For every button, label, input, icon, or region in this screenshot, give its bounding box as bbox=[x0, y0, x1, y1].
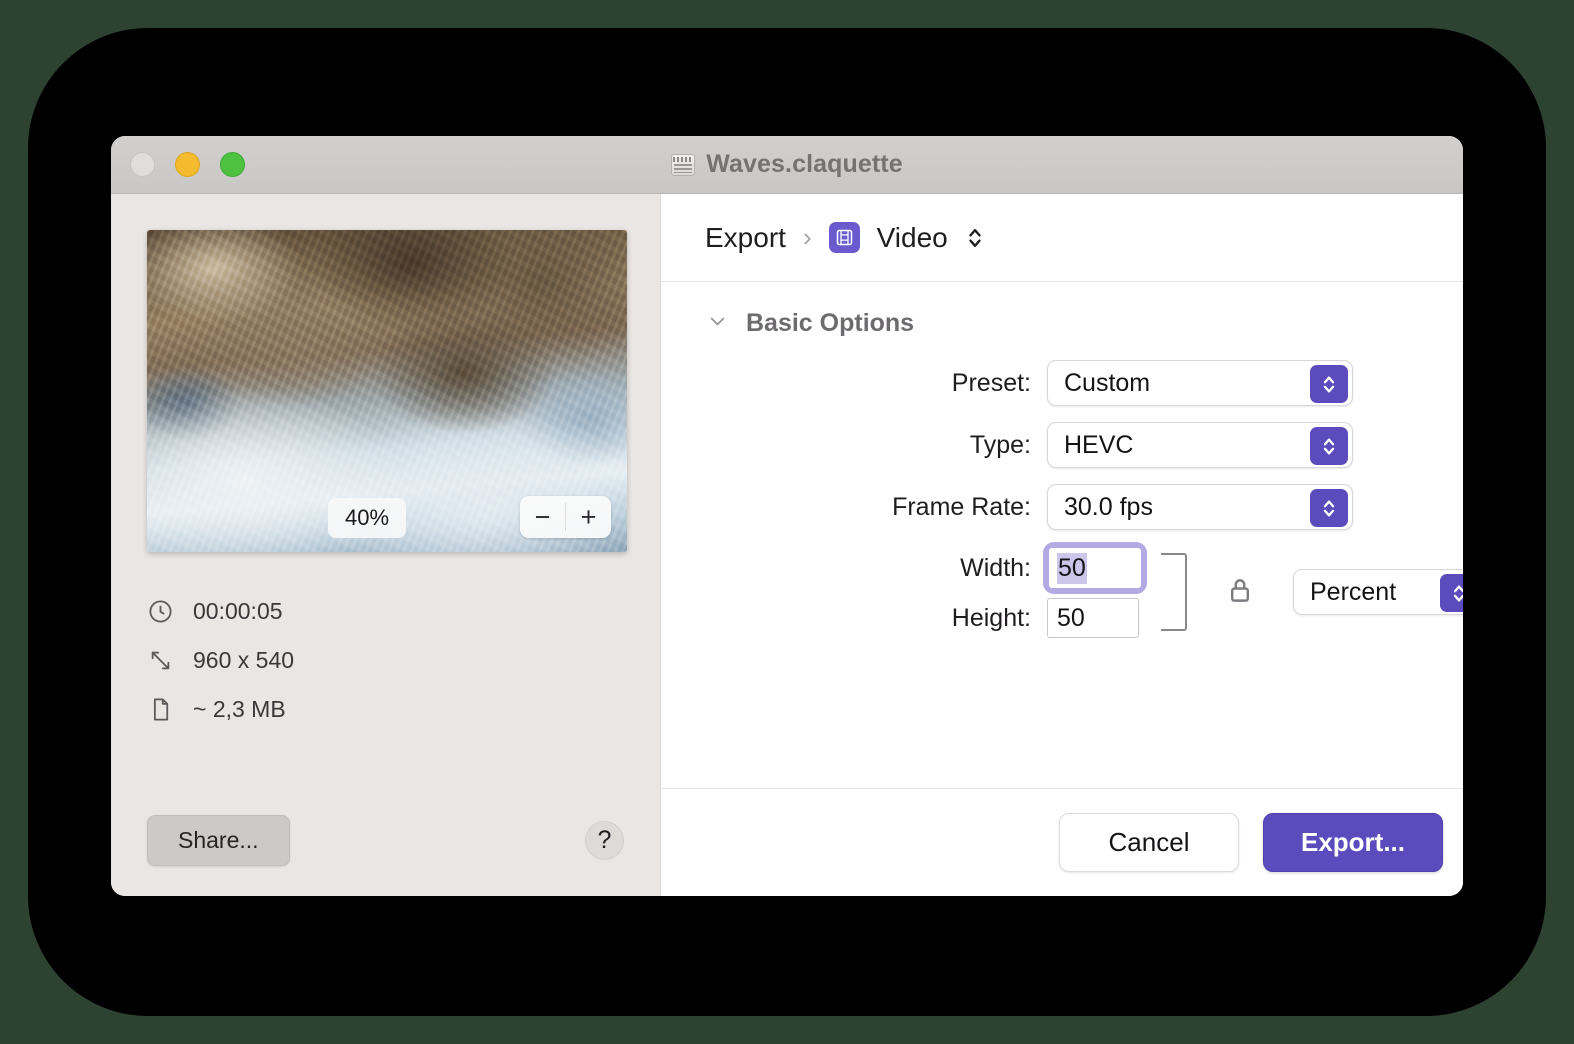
field-row-height: Height: bbox=[661, 598, 1143, 638]
width-input-wrapper: 50 bbox=[1047, 546, 1143, 590]
dimensions-group: Width: 50 Height: bbox=[661, 546, 1463, 638]
field-row-preset: Preset: Custom bbox=[661, 360, 1463, 406]
window-title: Waves.claquette bbox=[706, 150, 903, 178]
zoom-in-button[interactable]: + bbox=[566, 496, 611, 538]
unit-value: Percent bbox=[1310, 577, 1397, 606]
chevron-down-icon[interactable] bbox=[706, 310, 729, 338]
type-label: Type: bbox=[969, 430, 1031, 459]
filesize-value: ~ 2,3 MB bbox=[193, 696, 286, 722]
chevron-up-down-icon[interactable] bbox=[967, 225, 983, 251]
window-title-group: Waves.claquette bbox=[111, 150, 1463, 179]
clock-icon bbox=[147, 598, 174, 625]
width-label: Width: bbox=[960, 553, 1031, 582]
section-title: Basic Options bbox=[746, 309, 915, 337]
height-input-wrapper bbox=[1047, 598, 1139, 638]
resize-icon bbox=[147, 647, 174, 674]
frame-rate-value: 30.0 fps bbox=[1064, 492, 1153, 521]
help-button[interactable]: ? bbox=[585, 821, 624, 860]
height-label: Height: bbox=[951, 603, 1031, 632]
metadata-row-filesize: ~ 2,3 MB bbox=[147, 696, 624, 723]
resolution-value: 960 x 540 bbox=[193, 647, 295, 673]
unit-select[interactable]: Percent bbox=[1293, 569, 1463, 615]
zoom-out-button[interactable]: − bbox=[520, 496, 565, 538]
window-titlebar[interactable]: Waves.claquette bbox=[111, 136, 1463, 194]
metadata-list: 00:00:05 960 x 540 ~ 2,3 MB bbox=[147, 598, 624, 723]
film-strip-icon bbox=[828, 222, 860, 253]
chevron-up-down-icon[interactable] bbox=[1440, 574, 1463, 612]
document-icon bbox=[147, 696, 174, 723]
metadata-row-duration: 00:00:05 bbox=[147, 598, 624, 625]
basic-options-header[interactable]: Basic Options bbox=[661, 282, 1463, 338]
height-input[interactable] bbox=[1047, 598, 1139, 638]
chevron-up-down-icon[interactable] bbox=[1310, 365, 1348, 403]
maximize-button[interactable] bbox=[220, 152, 245, 177]
lock-closed-icon[interactable] bbox=[1223, 573, 1257, 612]
chevron-up-down-icon[interactable] bbox=[1310, 427, 1348, 465]
dimension-fields: Width: 50 Height: bbox=[661, 546, 1143, 638]
type-select[interactable]: HEVC bbox=[1047, 422, 1353, 468]
options-form: Preset: Custom Type: HEVC Frame Rate: 30… bbox=[661, 338, 1463, 638]
traffic-lights bbox=[130, 152, 245, 177]
preset-value: Custom bbox=[1064, 368, 1151, 397]
video-preview[interactable]: 40% − + bbox=[147, 230, 627, 552]
breadcrumb-current[interactable]: Video bbox=[877, 222, 948, 254]
duration-value: 00:00:05 bbox=[193, 598, 283, 624]
app-window: Waves.claquette 40% − + 00:00:05 960 x 5… bbox=[111, 136, 1463, 896]
frame-rate-select[interactable]: 30.0 fps bbox=[1047, 484, 1353, 530]
breadcrumb-separator: › bbox=[802, 222, 812, 252]
frame-rate-label: Frame Rate: bbox=[892, 492, 1031, 521]
dialog-footer: Cancel Export... bbox=[661, 788, 1463, 896]
zoom-stepper[interactable]: − + bbox=[520, 496, 611, 538]
width-input[interactable] bbox=[1049, 548, 1141, 588]
clapperboard-icon bbox=[671, 153, 696, 176]
preset-label: Preset: bbox=[951, 368, 1031, 397]
field-row-frame-rate: Frame Rate: 30.0 fps bbox=[661, 484, 1463, 530]
window-body: 40% − + 00:00:05 960 x 540 ~ 2,3 MB Shar… bbox=[111, 194, 1463, 896]
preset-select[interactable]: Custom bbox=[1047, 360, 1353, 406]
breadcrumb-root[interactable]: Export bbox=[705, 222, 786, 254]
share-button[interactable]: Share... bbox=[147, 815, 290, 866]
left-panel-actions: Share... ? bbox=[147, 815, 624, 866]
cancel-button[interactable]: Cancel bbox=[1059, 813, 1239, 872]
desktop-background: Waves.claquette 40% − + 00:00:05 960 x 5… bbox=[0, 0, 1574, 1044]
minimize-button[interactable] bbox=[175, 152, 200, 177]
dimension-link-bracket bbox=[1161, 553, 1187, 631]
close-button[interactable] bbox=[130, 152, 155, 177]
field-row-type: Type: HEVC bbox=[661, 422, 1463, 468]
metadata-row-resolution: 960 x 540 bbox=[147, 647, 624, 674]
export-settings-panel: Export › Video Basic Options Preset: Cus… bbox=[661, 194, 1463, 896]
field-row-width: Width: 50 bbox=[661, 546, 1143, 590]
zoom-level-badge: 40% bbox=[328, 498, 407, 538]
breadcrumb: Export › Video bbox=[661, 194, 1463, 282]
type-value: HEVC bbox=[1064, 430, 1134, 459]
chevron-up-down-icon[interactable] bbox=[1310, 489, 1348, 527]
preview-panel: 40% − + 00:00:05 960 x 540 ~ 2,3 MB Shar… bbox=[111, 194, 661, 896]
export-button[interactable]: Export... bbox=[1263, 813, 1443, 872]
